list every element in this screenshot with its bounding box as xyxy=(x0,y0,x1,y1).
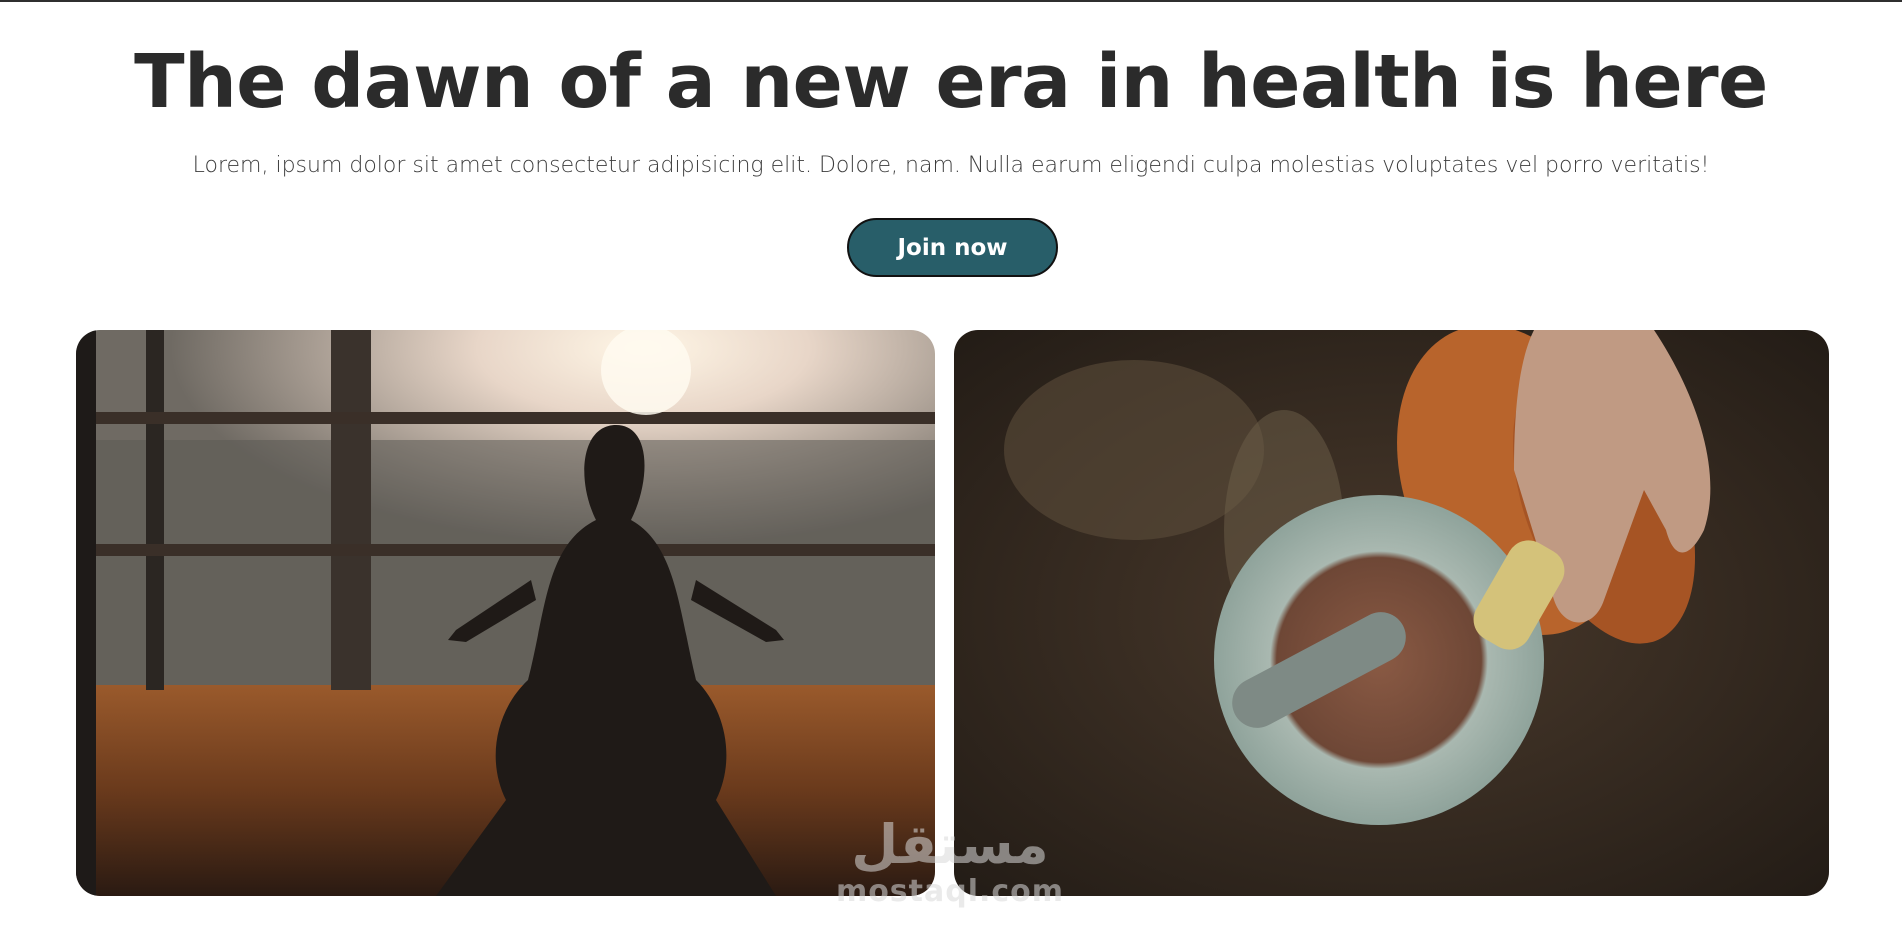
join-now-button[interactable]: Join now xyxy=(847,218,1058,277)
hero-section: The dawn of a new era in health is here … xyxy=(0,0,1902,945)
herbal-mortar-image xyxy=(954,330,1829,896)
hero-subtitle: Lorem, ipsum dolor sit amet consectetur … xyxy=(192,153,1710,178)
hero-title: The dawn of a new era in health is here xyxy=(134,39,1768,125)
meditation-image xyxy=(76,330,935,896)
